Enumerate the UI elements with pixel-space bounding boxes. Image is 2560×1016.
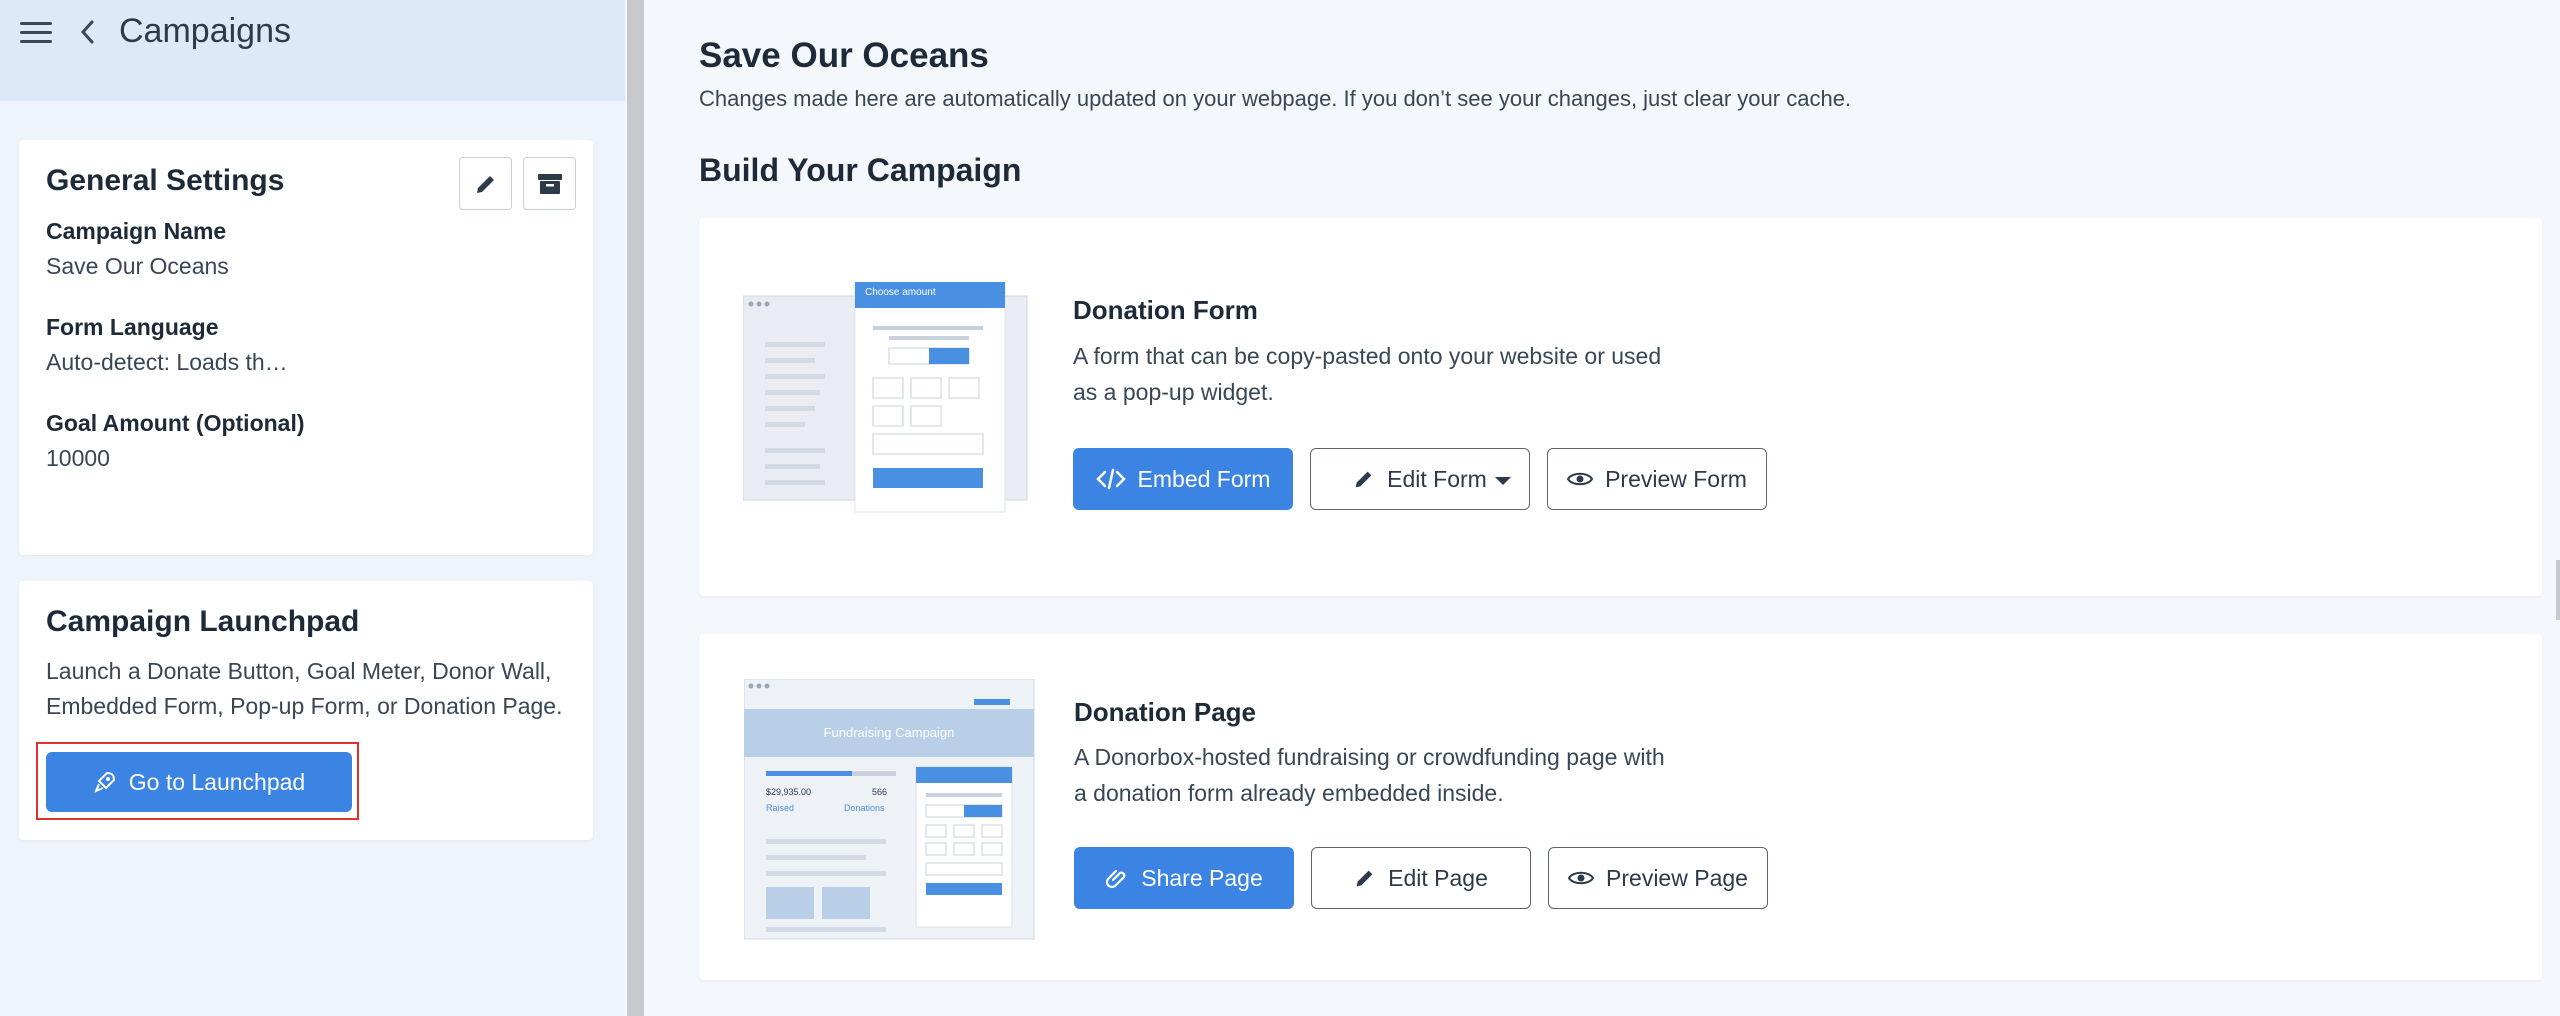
pencil-icon	[1356, 870, 1373, 887]
general-settings-title: General Settings	[46, 164, 285, 197]
donation-page-thumbnail: Fundraising Campaign $29,935.00 566 Rais…	[743, 678, 1036, 941]
edit-form-button[interactable]: Edit Form	[1310, 448, 1530, 510]
pencil-icon	[1355, 471, 1372, 488]
page-thumbnail-raised-amount: $29,935.00	[766, 787, 812, 797]
goal-amount-value: 10000	[46, 445, 110, 471]
preview-page-label: Preview Page	[1606, 864, 1748, 891]
go-to-launchpad-button[interactable]: Go to Launchpad	[46, 752, 352, 812]
page-thumbnail-donations-label: Donations	[844, 803, 885, 813]
sidebar: Campaigns General Settings Campaign Name…	[0, 0, 625, 1016]
preview-form-button[interactable]: Preview Form	[1547, 448, 1767, 510]
embed-form-button[interactable]: Embed Form	[1073, 448, 1293, 510]
form-language-label: Form Language	[46, 314, 219, 340]
donation-form-title: Donation Form	[1073, 295, 1258, 325]
edit-page-label: Edit Page	[1388, 864, 1488, 891]
menu-icon[interactable]	[20, 22, 52, 46]
donation-form-card: Choose amount Donation Form A form that …	[699, 218, 2542, 596]
sidebar-title: Campaigns	[119, 12, 291, 50]
campaign-name-value: Save Our Oceans	[46, 253, 229, 279]
archive-icon	[537, 173, 562, 194]
donation-form-description: A form that can be copy-pasted onto your…	[1073, 343, 1662, 405]
pencil-icon	[476, 175, 494, 193]
page-thumbnail-raised-label: Raised	[766, 803, 795, 813]
donation-form-thumbnail: Choose amount	[742, 281, 1031, 516]
eye-icon	[1567, 472, 1594, 486]
general-settings-card: General Settings Campaign Name Save Our …	[19, 140, 593, 555]
preview-page-button[interactable]: Preview Page	[1548, 847, 1768, 909]
section-title: Build Your Campaign	[699, 152, 1022, 188]
launchpad-title: Campaign Launchpad	[46, 605, 360, 638]
eye-icon	[1568, 871, 1595, 885]
edit-settings-button[interactable]	[459, 157, 512, 210]
edit-form-label: Edit Form	[1387, 465, 1487, 492]
page-subtitle: Changes made here are automatically upda…	[699, 86, 1852, 111]
go-to-launchpad-label: Go to Launchpad	[128, 768, 306, 795]
donation-page-description: A Donorbox-hosted fundraising or crowdfu…	[1074, 744, 1665, 806]
archive-button[interactable]	[523, 157, 576, 210]
share-page-button[interactable]: Share Page	[1074, 847, 1294, 909]
form-thumbnail-header: Choose amount	[865, 287, 936, 298]
goal-amount-label: Goal Amount (Optional)	[46, 410, 305, 436]
share-page-label: Share Page	[1141, 864, 1263, 891]
donation-page-card: Fundraising Campaign $29,935.00 566 Rais…	[699, 634, 2542, 980]
panel-splitter[interactable]	[627, 0, 644, 1016]
page-thumbnail-donations-count: 566	[872, 787, 888, 797]
form-language-value: Auto-detect: Loads th…	[46, 349, 288, 375]
page-thumbnail-banner: Fundraising Campaign	[823, 725, 955, 740]
main-content: Save Our Oceans Changes made here are au…	[644, 0, 2560, 1016]
chevron-down-icon[interactable]	[1495, 477, 1511, 485]
page-title: Save Our Oceans	[699, 36, 989, 75]
preview-form-label: Preview Form	[1605, 465, 1747, 492]
paperclip-icon	[1106, 869, 1126, 889]
embed-form-label: Embed Form	[1137, 465, 1271, 492]
rocket-icon	[93, 771, 115, 793]
code-icon	[1095, 468, 1126, 490]
launchpad-description: Launch a Donate Button, Goal Meter, Dono…	[46, 658, 563, 719]
campaign-name-label: Campaign Name	[46, 218, 227, 244]
right-scrollbar[interactable]	[2556, 560, 2560, 620]
donation-page-title: Donation Page	[1074, 697, 1257, 727]
edit-page-button[interactable]: Edit Page	[1311, 847, 1531, 909]
back-chevron-icon[interactable]	[78, 16, 98, 48]
sidebar-header: Campaigns	[0, 0, 625, 101]
